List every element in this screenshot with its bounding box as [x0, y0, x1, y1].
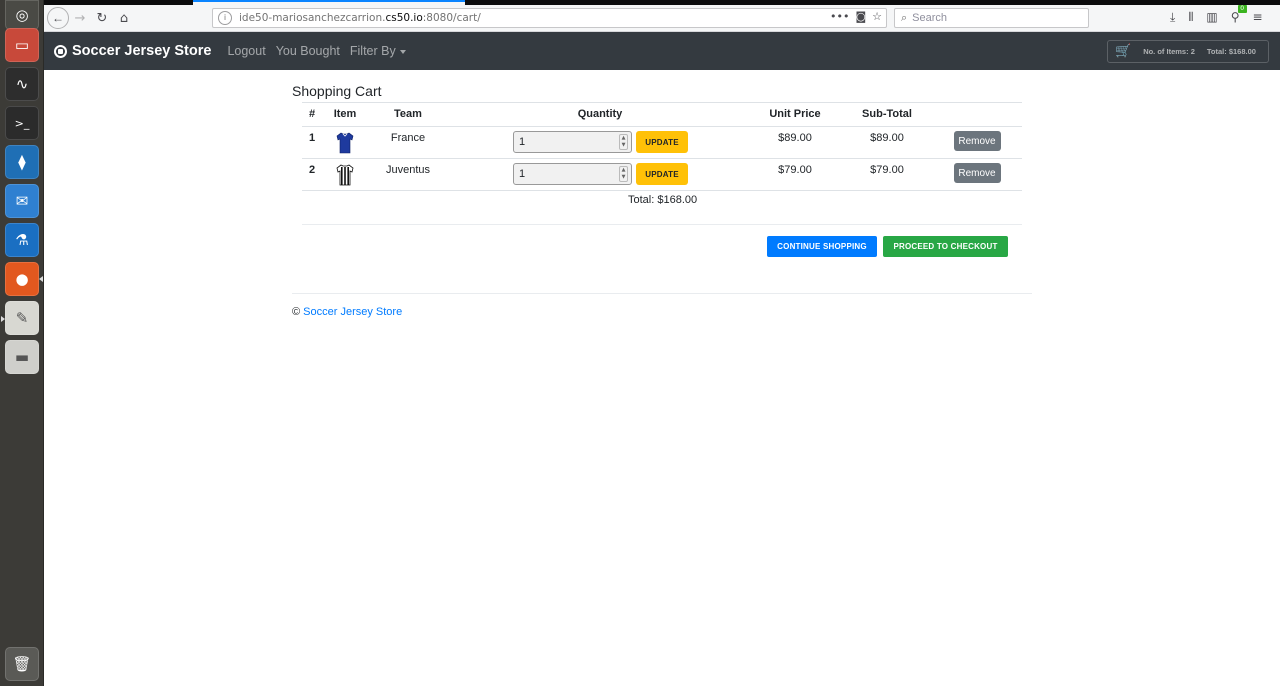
copyright-symbol: © — [292, 306, 301, 318]
quantity-input[interactable]: 1 ▲ ▼ — [513, 163, 632, 185]
filter-by-label: Filter By — [349, 44, 396, 58]
header-item: Item — [333, 108, 357, 120]
table-header-row: # Item Team Quantity Unit Price Sub-Tota… — [302, 103, 1022, 127]
bookmark-star-icon[interactable]: ☆ — [872, 10, 882, 23]
header-subtotal: Sub-Total — [862, 108, 912, 120]
dash-icon[interactable]: ◎ — [5, 0, 39, 30]
shopping-cart-icon: 🛒 — [1115, 44, 1132, 59]
soccer-ball-icon — [54, 44, 67, 58]
download-icon[interactable]: ⤓ — [1170, 10, 1175, 25]
firefox-icon[interactable]: ● — [5, 262, 39, 296]
brand[interactable]: Soccer Jersey Store — [54, 43, 211, 59]
terminal-icon[interactable]: >_ — [5, 106, 39, 140]
row-number: 2 — [308, 164, 316, 176]
header-num: # — [308, 108, 316, 120]
cart-total-line: Total: $168.00 — [628, 194, 698, 206]
url-text: ide50-mariosanchezcarrion.cs50.io:8080/c… — [239, 12, 481, 24]
footer-divider — [292, 293, 1032, 294]
page-title: Shopping Cart — [292, 83, 382, 99]
jersey-juventus-image — [328, 159, 362, 190]
home-icon[interactable]: ⌂ — [113, 7, 135, 29]
cart-summary[interactable]: 🛒 No. of Items: 2 Total: $168.00 — [1107, 40, 1269, 63]
subtotal: $79.00 — [870, 164, 904, 176]
cart-item-count: No. of Items: 2 — [1143, 47, 1195, 56]
trash-icon[interactable]: 🗑 — [5, 647, 39, 681]
nav-you-bought[interactable]: You Bought — [276, 44, 340, 58]
sidebar-icon[interactable]: ▥ — [1206, 10, 1217, 25]
firefox-active-indicator — [39, 276, 43, 282]
brand-label: Soccer Jersey Store — [72, 43, 212, 59]
text-editor-icon[interactable]: ✎ — [5, 301, 39, 335]
site-info-icon[interactable]: i — [218, 11, 232, 25]
vscode-icon[interactable]: ⧫ — [5, 145, 39, 179]
menu-hamburger-icon[interactable]: ≡ — [1253, 10, 1263, 25]
unit-price: $79.00 — [778, 164, 812, 176]
update-button[interactable]: UPDATE — [636, 131, 688, 153]
team-name: Juventus — [385, 164, 431, 176]
footer-store-link[interactable]: Soccer Jersey Store — [303, 306, 402, 318]
quantity-input[interactable]: 1 ▲ ▼ — [513, 131, 632, 153]
site-navbar: Soccer Jersey Store Logout You Bought Fi… — [44, 32, 1280, 70]
extension-icon[interactable]: ⚲ 0 — [1231, 5, 1247, 25]
search-input[interactable]: ⌕ Search — [894, 8, 1089, 28]
search-icon: ⌕ — [901, 11, 908, 24]
quantity-value: 1 — [519, 136, 526, 148]
row-number: 1 — [308, 132, 316, 144]
forward-arrow-icon[interactable]: → — [69, 7, 91, 29]
files-icon[interactable]: ▭ — [5, 28, 39, 62]
subtotal: $89.00 — [870, 132, 904, 144]
quantity-spinner-icon[interactable]: ▲ ▼ — [619, 134, 628, 150]
update-button[interactable]: UPDATE — [636, 163, 688, 185]
team-name: France — [390, 132, 426, 144]
proceed-to-checkout-button[interactable]: PROCEED TO CHECKOUT — [883, 236, 1008, 257]
drive-icon[interactable]: ▬ — [5, 340, 39, 374]
nav-filter-by[interactable]: Filter By — [350, 44, 406, 58]
table-row: 2 Juventus 1 ▲ ▼ UPDATE $79.00 $79.00 Remo… — [302, 159, 1022, 191]
thunderbird-icon[interactable]: ✉ — [5, 184, 39, 218]
continue-shopping-button[interactable]: CONTINUE SHOPPING — [767, 236, 877, 257]
url-bar[interactable]: i ide50-mariosanchezcarrion.cs50.io:8080… — [212, 8, 887, 28]
footer: © Soccer Jersey Store — [292, 306, 402, 318]
cart-total: Total: $168.00 — [1206, 47, 1256, 56]
quantity-value: 1 — [519, 168, 526, 180]
table-row: 1 France 1 ▲ ▼ UPDATE $89.00 $89.00 Remove — [302, 127, 1022, 159]
search-placeholder: Search — [912, 12, 948, 24]
jersey-france-image — [328, 127, 362, 158]
quantity-spinner-icon[interactable]: ▲ ▼ — [619, 166, 628, 182]
unit-price: $89.00 — [778, 132, 812, 144]
remove-button[interactable]: Remove — [953, 163, 1001, 183]
page-actions-icon[interactable]: ••• — [830, 10, 849, 23]
caret-down-icon — [399, 49, 406, 54]
header-unit-price: Unit Price — [769, 108, 821, 120]
cart-table: # Item Team Quantity Unit Price Sub-Tota… — [302, 102, 1022, 191]
browser-toolbar: ← → ↻ ⌂ i ide50-mariosanchezcarrion.cs50… — [44, 5, 1280, 32]
back-arrow-icon[interactable]: ← — [47, 7, 69, 29]
extension-badge: 0 — [1237, 5, 1247, 13]
system-monitor-icon[interactable]: ∿ — [5, 67, 39, 101]
remove-button[interactable]: Remove — [953, 131, 1001, 151]
library-icon[interactable]: ⫴ — [1188, 10, 1193, 25]
pocket-icon[interactable]: ◙ — [855, 10, 866, 23]
nav-logout[interactable]: Logout — [227, 44, 265, 58]
ubuntu-launcher: ◎ ▭ ∿ >_ ⧫ ✉ ⚗ ● ✎ ▬ 🗑 — [0, 0, 44, 686]
divider — [302, 224, 1022, 225]
header-team: Team — [394, 108, 422, 120]
lab-flask-icon[interactable]: ⚗ — [5, 223, 39, 257]
reload-icon[interactable]: ↻ — [91, 7, 113, 29]
header-quantity: Quantity — [577, 108, 623, 120]
